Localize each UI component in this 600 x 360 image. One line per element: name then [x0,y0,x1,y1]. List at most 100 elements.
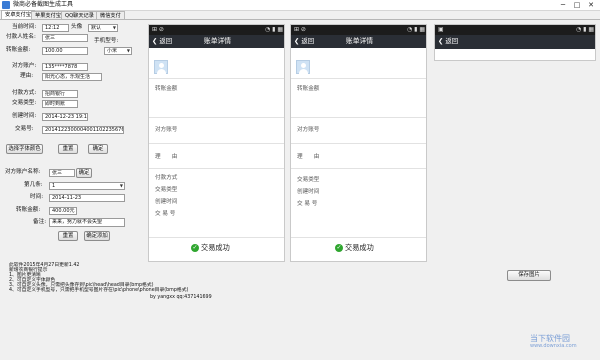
avatar [296,60,310,74]
mode-select[interactable]: 默认 ▼ [88,24,118,32]
status-image-icon: ▣ [438,26,444,33]
chevron-down-icon: ▼ [126,48,130,53]
current-time-input[interactable]: 12:12 [42,24,69,32]
chat-amount-input[interactable]: 400.00元 [49,207,77,215]
mode-label: 头像 [71,24,83,30]
nav-title: 账单详情 [203,37,232,45]
divider [149,143,284,144]
phone-preview-iphone: ⊞ ⊘ ◔ ▮ ▦ ❮ 返回 账单详情 转账金额 对方账号 理 由 交易类型 创… [290,24,427,262]
title-bar: 微商必备截图生成工具 ─ □ ✕ [0,0,600,11]
phone-preview-chat: ▣ ◔ ▮ ▦ ❮ 返回 [434,24,596,61]
chat-note-input[interactable]: 来来，努力就不会失望 [49,218,125,227]
created-time-label: 创建时间: [12,113,37,119]
divider [291,117,426,118]
chat-count-value: 1 [52,183,56,189]
close-button[interactable]: ✕ [584,0,598,10]
reset-button[interactable]: 重置 [58,144,78,154]
watermark-title: 当下软件园 [530,334,570,343]
trade-success-label: 交易成功 [345,243,374,252]
back-button[interactable]: ❮ 返回 [438,37,458,46]
label-created-time: 创建时间 [155,199,178,205]
trade-success-label: 交易成功 [201,243,230,252]
label-trade-type: 交易类型 [155,187,178,193]
created-time-input[interactable]: 2014-12-23 19:19 [42,113,88,121]
payer-name-label: 付款人姓名: [6,34,36,40]
chevron-down-icon: ▼ [119,183,123,188]
label-reason: 理 由 [297,154,320,160]
divider [291,143,426,144]
window-title: 微商必备截图生成工具 [13,1,74,8]
trade-success: ✓ 交易成功 [335,243,374,252]
check-circle-icon: ✓ [335,244,343,252]
divider [149,237,284,238]
phone-model-select-value: 小米 [107,48,118,54]
label-account: 对方账号 [155,127,178,133]
watermark: 当下软件园 www.downxia.com [530,334,577,349]
app-icon [2,1,10,9]
save-image-button[interactable]: 保存图片 [507,270,551,281]
reason-input[interactable]: 阳光心态，乐观生活 [42,73,102,81]
phone-model-select[interactable]: 小米 ▼ [104,47,132,55]
nav-title: 账单详情 [345,37,374,45]
divider [149,78,284,79]
status-signal-icons: ◔ ▮ ▦ [406,26,425,33]
account-input[interactable]: 135****7878 [42,63,88,71]
status-signal-icons: ◔ ▮ ▦ [575,26,594,33]
label-trade-type: 交易类型 [297,177,320,183]
chat-user-name-input[interactable]: 张三 [49,169,75,177]
mode-select-value: 默认 [91,25,102,31]
chat-note-label: 备注: [33,219,47,225]
label-trade-no: 交 易 号 [155,211,176,217]
trade-success: ✓ 交易成功 [191,243,230,252]
label-pay-method: 付款方式 [155,175,178,181]
trade-no-label: 交易号: [15,126,34,132]
status-bar: ⊞ ⊘ ◔ ▮ ▦ [291,25,426,35]
label-amount: 转账金额 [155,86,178,92]
chat-time-input[interactable]: 2014-11-23 [49,194,125,202]
status-app-icons: ⊞ ⊘ [152,26,164,33]
trade-type-label: 交易类型: [12,100,37,106]
trade-type-input[interactable]: 即时到账 [42,100,78,108]
chat-reset-button[interactable]: 重置 [58,231,78,241]
nav-bar: ❮ 返回 账单详情 [291,35,426,48]
pay-method-input[interactable]: 招商银行 [42,90,78,98]
status-signal-icons: ◔ ▮ ▦ [264,26,283,33]
status-app-icons: ⊞ ⊘ [294,26,306,33]
nav-bar: ❮ 返回 [435,35,595,49]
font-color-button[interactable]: 选择字体颜色 [6,144,43,154]
chat-user-confirm-button[interactable]: 确定 [76,168,92,178]
status-bar: ▣ ◔ ▮ ▦ [435,25,595,35]
divider [291,78,426,79]
amount-input[interactable]: 100.00 [42,47,88,55]
back-label: 返回 [445,37,459,45]
nav-bar: ❮ 返回 账单详情 [149,35,284,48]
trade-no-input[interactable]: 20141223000040011022356764910911 [42,126,124,134]
divider [149,117,284,118]
check-circle-icon: ✓ [191,244,199,252]
label-amount: 转账金额 [297,86,320,92]
notes-author: by yangxx qq:437141699 [150,295,212,300]
payer-name-input[interactable]: 张三 [42,34,88,42]
status-bar: ⊞ ⊘ ◔ ▮ ▦ [149,25,284,35]
confirm-button[interactable]: 确定 [88,144,108,154]
amount-label: 转账金额: [6,47,31,53]
avatar [154,60,168,74]
maximize-button[interactable]: □ [570,0,584,10]
chevron-down-icon: ▼ [112,25,116,30]
current-time-label: 当前时间: [12,24,37,30]
chat-add-button[interactable]: 确定添加 [84,231,110,241]
notes-line-6: 4、可自定义手机型号，只需把手机型号图片存在\pic\phone\phone目录… [9,288,189,293]
label-trade-no: 交 易 号 [297,201,318,207]
chat-count-select[interactable]: 1 ▼ [49,182,125,190]
chat-user-name-label: 对方账户名称: [5,169,41,175]
phone-preview-android: ⊞ ⊘ ◔ ▮ ▦ ❮ 返回 账单详情 转账金额 对方账号 理 由 付款方式 交… [148,24,285,262]
chat-amount-label: 转账金额: [16,207,41,213]
chat-count-label: 第几条: [24,182,43,188]
minimize-button[interactable]: ─ [556,0,570,10]
label-reason: 理 由 [155,154,178,160]
tab-divider [0,19,600,20]
chevron-left-icon: ❮ [438,37,444,45]
divider [291,168,426,169]
divider [149,168,284,169]
account-label: 对方账户: [12,63,37,69]
